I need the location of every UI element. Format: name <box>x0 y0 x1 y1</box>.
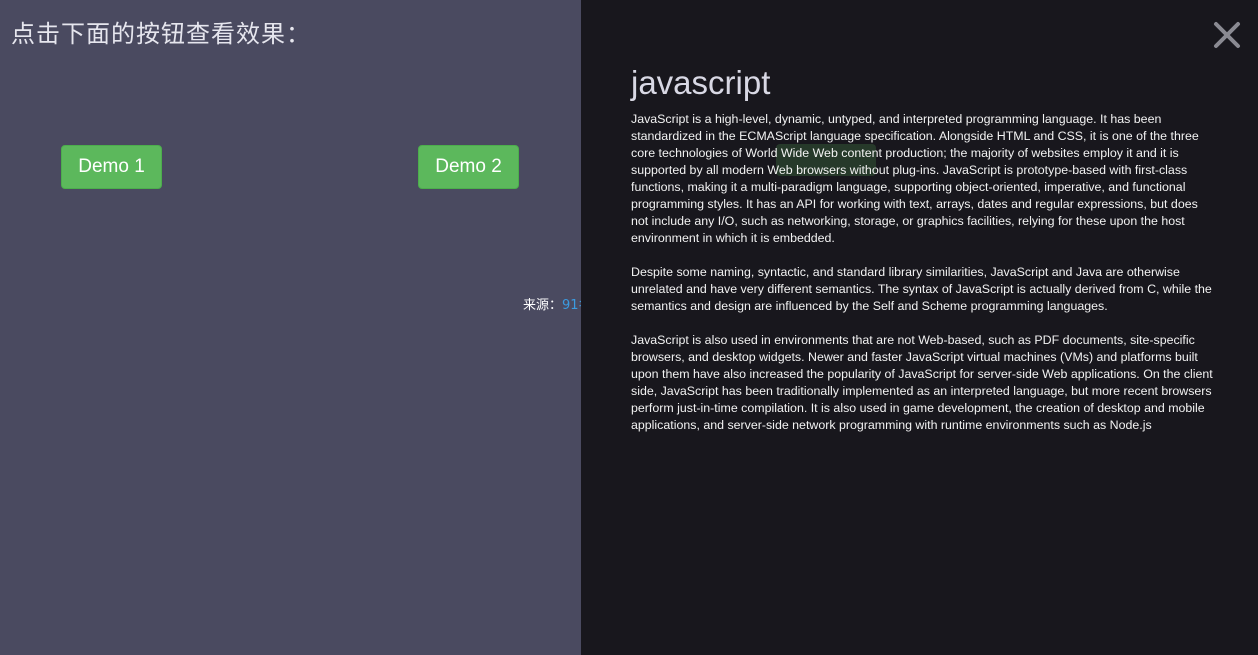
panel-body: JavaScript is a high-level, dynamic, unt… <box>631 111 1216 451</box>
close-icon <box>1214 22 1240 48</box>
source-prefix: 来源： <box>523 298 563 313</box>
slide-out-panel: javascript JavaScript is a high-level, d… <box>581 0 1258 655</box>
demo-1-button[interactable]: Demo 1 <box>61 145 162 189</box>
page-title: 点击下面的按钮查看效果： <box>11 20 311 48</box>
panel-paragraph: JavaScript is a high-level, dynamic, unt… <box>631 112 1199 245</box>
demo-area: 点击下面的按钮查看效果： Demo 1 Demo 2 <box>0 0 581 655</box>
close-button[interactable] <box>1212 20 1242 50</box>
demo-2-button[interactable]: Demo 2 <box>418 145 519 189</box>
page: 点击下面的按钮查看效果： Demo 1 Demo 2 来源：91名师指导 jav… <box>0 0 1258 655</box>
panel-paragraph: JavaScript is also used in environments … <box>631 333 1213 432</box>
panel-title: javascript <box>631 64 771 101</box>
panel-paragraph: Despite some naming, syntactic, and stan… <box>631 265 1212 313</box>
